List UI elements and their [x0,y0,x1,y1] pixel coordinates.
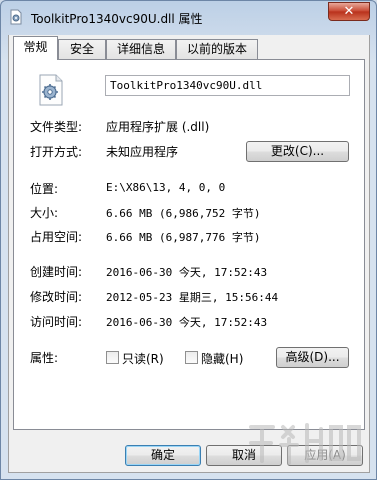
open-with-value: 未知应用程序 [106,145,179,159]
change-button[interactable]: 更改(C)... [246,141,349,162]
advanced-button[interactable]: 高级(D)... [276,347,349,368]
file-type-value: 应用程序扩展 (.dll) [106,120,210,134]
close-icon: ✕ [343,4,355,19]
tab-general[interactable]: 常规 [13,36,58,60]
hidden-checkbox[interactable] [185,351,198,364]
properties-window: ToolkitPro1340vc90U.dll 属性 ✕ 常规 安全 详细信息 … [0,0,377,480]
general-panel: ToolkitPro1340vc90U.dll 文件类型: 应用程序扩展 (.d… [13,59,365,430]
close-button[interactable]: ✕ [328,2,370,21]
tab-details[interactable]: 详细信息 [106,39,176,59]
file-type-label: 文件类型: [30,120,83,134]
accessed-value: 2016-06-30 今天, 17:52:43 [106,316,268,329]
attributes-label: 属性: [30,351,59,365]
separator [28,253,350,254]
tab-security[interactable]: 安全 [58,39,106,59]
readonly-checkbox[interactable] [106,351,119,364]
window-title: ToolkitPro1340vc90U.dll 属性 [31,12,203,26]
separator [28,109,350,110]
accessed-label: 访问时间: [30,315,83,329]
separator [28,170,350,171]
tab-previous-versions[interactable]: 以前的版本 [176,39,258,59]
size-label: 大小: [30,206,59,220]
title-bar[interactable]: ToolkitPro1340vc90U.dll 属性 ✕ [1,1,376,33]
open-with-label: 打开方式: [30,145,83,159]
cancel-button[interactable]: 取消 [206,445,282,466]
location-value: E:\X86\13, 4, 0, 0 [106,181,226,194]
dll-file-icon [10,9,22,25]
tab-strip: 常规 安全 详细信息 以前的版本 [9,35,369,60]
size-value: 6.66 MB (6,986,752 字节) [106,207,261,220]
created-label: 创建时间: [30,265,83,279]
apply-button[interactable]: 应用(A) [287,445,363,466]
separator [28,338,350,339]
size-on-disk-label: 占用空间: [30,230,83,244]
filename-field[interactable]: ToolkitPro1340vc90U.dll [105,75,350,96]
readonly-label[interactable]: 只读(R) [122,350,164,367]
location-label: 位置: [30,182,59,196]
ok-button[interactable]: 确定 [125,445,201,466]
size-on-disk-value: 6.66 MB (6,987,776 字节) [106,231,261,244]
modified-label: 修改时间: [30,290,83,304]
dll-gear-file-icon [39,74,63,106]
hidden-label[interactable]: 隐藏(H) [201,350,243,367]
created-value: 2016-06-30 今天, 17:52:43 [106,266,268,279]
dialog-client: 常规 安全 详细信息 以前的版本 ToolkitPro1340vc90U.dll… [8,35,370,473]
modified-value: 2012-05-23 星期三, 15:56:44 [106,291,279,304]
